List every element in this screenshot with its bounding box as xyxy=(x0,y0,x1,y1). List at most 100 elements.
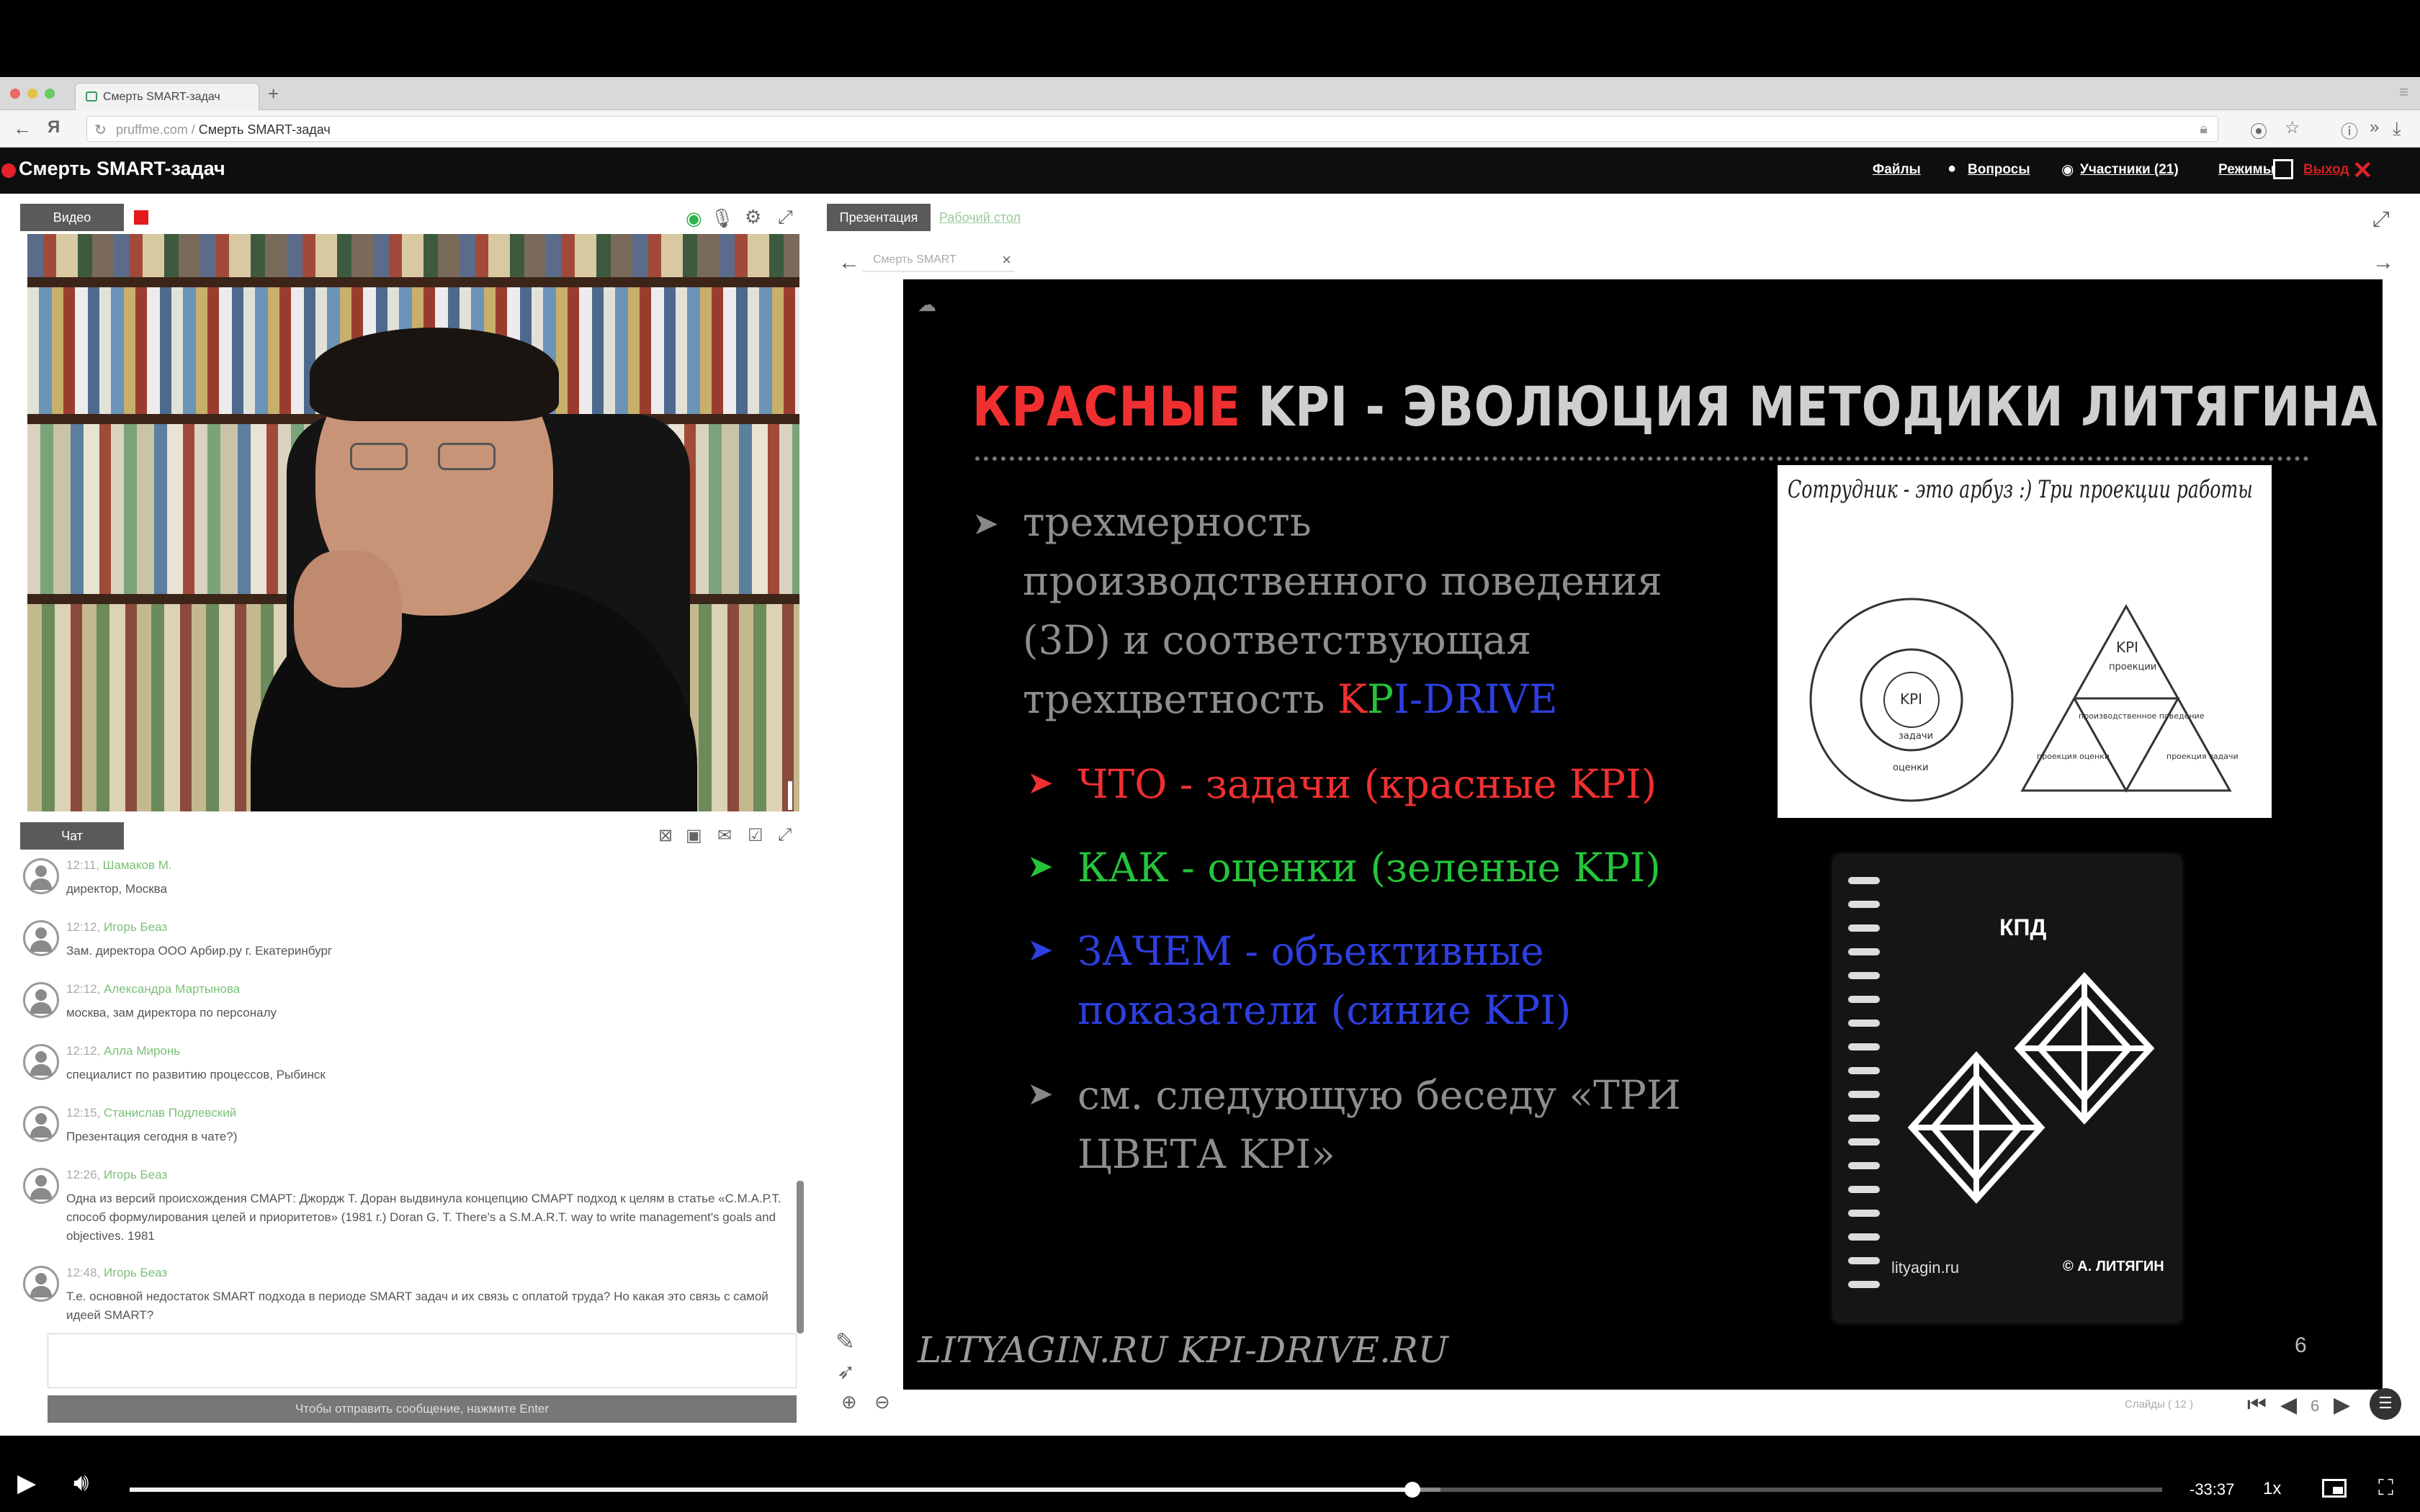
message-text: москва, зам директора по персоналу xyxy=(66,1006,277,1020)
chat-message: 12:12, Игорь Беаз Зам. директора ООО Арб… xyxy=(20,917,805,979)
chat-message: 12:26, Игорь Беаз Одна из версий происхо… xyxy=(20,1165,805,1263)
participants-link[interactable]: Участники (21) xyxy=(2080,162,2179,178)
message-icon[interactable]: ✉ xyxy=(717,825,732,846)
bullet-gray: см. следующую беседу «ТРИ ЦВЕТА KPI» xyxy=(1077,1066,1681,1184)
seek-bar[interactable] xyxy=(130,1482,2162,1498)
browser-tab[interactable]: Смерть SMART-задач xyxy=(75,83,259,110)
sketch-center: производственное поведение xyxy=(2079,711,2205,721)
webcam-icon[interactable]: ◉ xyxy=(686,207,702,230)
slide-file-tab[interactable]: Смерть SMART × xyxy=(863,251,1014,272)
next-presentation-arrow-icon[interactable]: → xyxy=(2372,251,2394,275)
book-author: © А. ЛИТЯГИН xyxy=(2063,1259,2164,1274)
layout-icon[interactable] xyxy=(2273,159,2293,179)
message-author[interactable]: Шамаков М. xyxy=(103,858,172,872)
bullet-blue-line: ЗАЧЕМ - объективные xyxy=(1077,928,1544,974)
slide-title: КРАСНЫЕ KPI - ЭВОЛЮЦИЯ МЕТОДИКИ ЛИТЯГИНА xyxy=(972,374,2378,438)
chat-messages: 12:11, Шамаков М. директор, Москва 12:12… xyxy=(20,855,805,1331)
exit-fullscreen-icon[interactable]: ⛶ xyxy=(2378,1476,2393,1500)
expand-chat-icon[interactable]: ⤢ xyxy=(778,825,792,845)
captions-menu-icon[interactable]: ☰ xyxy=(2370,1388,2401,1420)
yandex-logo-icon[interactable]: Я xyxy=(48,117,60,138)
message-author[interactable]: Игорь Беаз xyxy=(104,1266,167,1279)
user-avatar-icon xyxy=(23,1266,59,1302)
sketch-otsenki: оценки xyxy=(1893,762,1929,773)
message-time: 12:12 xyxy=(66,920,97,934)
more-icon[interactable]: » xyxy=(2370,117,2379,138)
next-slide-icon[interactable]: ▶ xyxy=(2334,1392,2350,1418)
expand-icon[interactable]: ⤢ xyxy=(778,206,793,229)
chat-scrollbar[interactable] xyxy=(797,1181,804,1333)
microphone-icon[interactable]: 🎙︎ xyxy=(710,207,734,230)
check-icon[interactable]: ☑ xyxy=(748,825,763,846)
video-tab[interactable]: Видео xyxy=(20,204,124,231)
prev-slide-icon[interactable]: ◀ xyxy=(2280,1392,2297,1418)
protect-icon[interactable]: ⦿ xyxy=(2250,117,2267,143)
zoom-in-icon[interactable]: ⊕ xyxy=(841,1391,857,1413)
bullet-3d-line: производственного поведения xyxy=(1023,558,1662,604)
close-x-icon[interactable]: ✕ xyxy=(2352,156,2373,185)
zoom-out-icon[interactable]: ⊖ xyxy=(874,1391,890,1413)
red-arrow-icon: ➤ xyxy=(1027,765,1054,801)
bookmark-star-icon[interactable]: ☆ xyxy=(2285,117,2300,138)
tab-presentation[interactable]: Презентация xyxy=(827,204,931,231)
presenter-hand xyxy=(294,551,402,688)
minimize-window-dot[interactable] xyxy=(27,89,37,99)
played-range xyxy=(130,1488,1412,1492)
message-author[interactable]: Станислав Подлевский xyxy=(104,1106,236,1120)
playback-speed[interactable]: 1x xyxy=(2263,1479,2281,1499)
fullscreen-icon[interactable]: ⤢ xyxy=(2372,207,2390,232)
message-author[interactable]: Игорь Беаз xyxy=(104,920,167,934)
pen-tool-icon[interactable]: ✎ xyxy=(835,1328,855,1355)
bullet-3d-line: трехцветность KPI-DRIVE xyxy=(1023,670,1662,729)
slide-footer: LITYAGIN.RU KPI-DRIVE.RU xyxy=(918,1329,1448,1371)
close-window-dot[interactable] xyxy=(10,89,20,99)
picture-in-picture-icon[interactable] xyxy=(2322,1479,2347,1498)
message-text: Т.е. основной недостаток SMART подхода в… xyxy=(66,1290,768,1322)
slide-number: 6 xyxy=(2295,1333,2307,1357)
chat-input[interactable] xyxy=(48,1333,797,1388)
message-author[interactable]: Игорь Беаз xyxy=(104,1168,167,1182)
gray-arrow-icon: ➤ xyxy=(1027,1076,1054,1112)
play-icon[interactable]: ▶ xyxy=(17,1469,36,1498)
message-text: Одна из версий происхождения СМАРТ: Джор… xyxy=(66,1192,781,1243)
volume-icon[interactable]: 🔊︎ xyxy=(73,1469,89,1497)
modes-link[interactable]: Режимы xyxy=(2218,162,2275,178)
close-slide-tab-icon[interactable]: × xyxy=(1002,251,1011,269)
seek-thumb[interactable] xyxy=(1404,1482,1420,1498)
first-slide-icon[interactable]: ⏮ xyxy=(2247,1392,2267,1417)
webcam-video[interactable] xyxy=(27,234,799,811)
clear-chat-icon[interactable]: ⊠ xyxy=(658,825,673,846)
message-text: директор, Москва xyxy=(66,882,167,896)
time-remaining: -33:37 xyxy=(2190,1480,2235,1498)
message-author[interactable]: Алла Миронь xyxy=(104,1044,180,1058)
questions-link[interactable]: Вопросы xyxy=(1968,162,2030,178)
tab-desktop[interactable]: Рабочий стол xyxy=(939,210,1021,225)
sketch-bottom-left: проекция оценки xyxy=(2037,752,2110,761)
back-arrow-icon[interactable]: ← xyxy=(13,117,32,140)
menu-lines-icon[interactable]: ≡ xyxy=(2399,83,2408,102)
info-icon[interactable]: ⓘ xyxy=(2341,117,2358,143)
files-link[interactable]: Файлы xyxy=(1873,162,1921,178)
chat-tab[interactable]: Чат xyxy=(20,822,124,850)
prev-presentation-arrow-icon[interactable]: ← xyxy=(838,251,860,275)
glasses-left xyxy=(350,443,408,470)
video-edge-marker xyxy=(788,781,792,810)
blue-arrow-icon: ➤ xyxy=(1027,932,1054,968)
export-chat-icon[interactable]: ▣ xyxy=(686,825,702,846)
pointer-tool-icon[interactable]: ➶ xyxy=(837,1359,855,1385)
record-stop-icon[interactable] xyxy=(134,210,148,225)
download-icon[interactable]: ⤓ xyxy=(2393,117,2401,140)
send-hint[interactable]: Чтобы отправить сообщение, нажмите Enter xyxy=(48,1395,797,1423)
settings-gear-icon[interactable]: ⚙ xyxy=(745,206,761,228)
bullet-3d-line: трехмерность xyxy=(1023,499,1312,545)
url-field[interactable]: ↻ pruffme.com / Смерть SMART-задач 🔒︎ xyxy=(86,116,2218,142)
exit-link[interactable]: Выход xyxy=(2303,162,2349,178)
maximize-window-dot[interactable] xyxy=(45,89,55,99)
message-text: Презентация сегодня в чате?) xyxy=(66,1130,238,1143)
kpi-drive-p: P xyxy=(1367,676,1394,722)
reload-icon[interactable]: ↻ xyxy=(94,121,107,139)
message-author[interactable]: Александра Мартынова xyxy=(104,982,240,996)
tab-favicon-icon xyxy=(86,91,97,102)
chat-message: 12:11, Шамаков М. директор, Москва xyxy=(20,855,805,917)
new-tab-button[interactable]: + xyxy=(268,83,279,105)
